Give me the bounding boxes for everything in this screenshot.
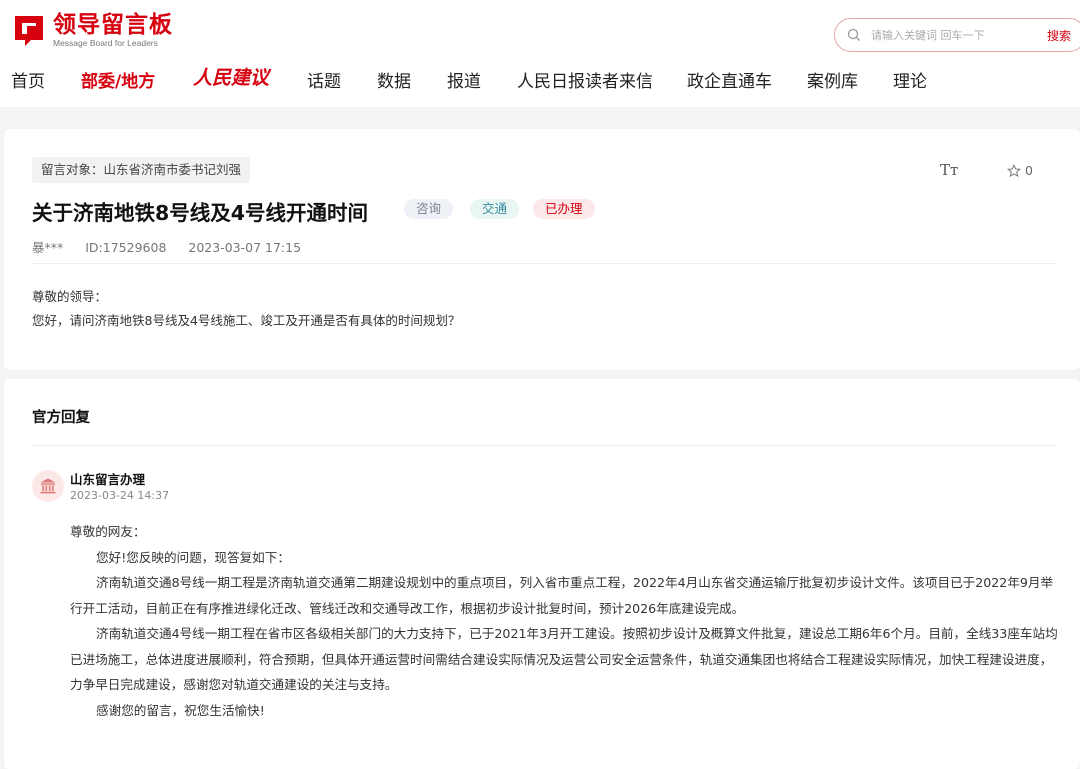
site-header: 领导留言板 Message Board for Leaders 搜索 首页 部委… xyxy=(0,0,1080,107)
star-icon xyxy=(1007,163,1021,177)
author-name: 暴*** xyxy=(32,240,64,255)
search-input[interactable] xyxy=(871,28,1031,42)
message-datetime: 2023-03-07 17:15 xyxy=(188,240,302,255)
reply-time: 2023-03-24 14:37 xyxy=(70,489,170,502)
nav-item-case-library[interactable]: 案例库 xyxy=(807,70,858,94)
avatar xyxy=(32,470,64,502)
nav-item-ministries-local[interactable]: 部委/地方 xyxy=(81,70,155,94)
nav-item-theory[interactable]: 理论 xyxy=(893,70,927,94)
nav-item-enterprise-express[interactable]: 政企直通车 xyxy=(687,70,772,94)
category-badge: 交通 xyxy=(470,199,520,219)
logo-icon xyxy=(11,12,47,48)
reply-paragraph: 济南轨道交通8号线一期工程是济南轨道交通第二期建设规划中的重点项目，列入省市重点… xyxy=(70,575,1054,616)
replier-name: 山东留言办理 xyxy=(70,472,146,487)
status-badge: 已办理 xyxy=(533,199,595,219)
nav-item-home[interactable]: 首页 xyxy=(11,70,45,94)
logo-subtitle: Message Board for Leaders xyxy=(53,38,158,48)
reply-greeting: 尊敬的网友： xyxy=(70,524,146,539)
message-id: ID:17529608 xyxy=(85,240,167,255)
search-button[interactable]: 搜索 xyxy=(1047,27,1071,44)
search-box: 搜索 xyxy=(834,18,1080,52)
site-logo[interactable]: 领导留言板 Message Board for Leaders xyxy=(11,12,173,48)
divider xyxy=(32,445,1056,446)
message-target: 留言对象：山东省济南市委书记刘强 xyxy=(32,157,251,183)
nav-item-data[interactable]: 数据 xyxy=(377,70,411,94)
logo-title: 领导留言板 xyxy=(53,12,173,38)
reply-body: 尊敬的网友： 您好!您反映的问题，现答复如下： 济南轨道交通8号线一期工程是济南… xyxy=(70,519,1060,723)
divider xyxy=(32,263,1056,264)
reply-card: 官方回复 山东留言办理 2023-03-24 14:37 尊敬的网友： 您好!您… xyxy=(4,379,1080,769)
nav-item-reports[interactable]: 报道 xyxy=(447,70,481,94)
reply-paragraph: 济南轨道交通4号线一期工程在省市区各级相关部门的大力支持下，已于2021年3月开… xyxy=(70,626,1058,692)
message-card: 留言对象：山东省济南市委书记刘强 Tт 0 关于济南地铁8号线及4号线开通时间 … xyxy=(4,129,1080,370)
message-meta: 暴*** ID:17529608 2023-03-07 17:15 xyxy=(32,237,319,256)
favorite-button[interactable]: 0 xyxy=(1007,163,1033,178)
nav-item-topics[interactable]: 话题 xyxy=(307,70,341,94)
message-greeting: 尊敬的领导： xyxy=(32,289,108,304)
search-icon xyxy=(847,28,860,41)
reply-paragraph: 您好!您反映的问题，现答复如下： xyxy=(96,549,290,565)
type-badge: 咨询 xyxy=(404,199,454,219)
reply-paragraph: 感谢您的留言，祝您生活愉快! xyxy=(96,702,265,718)
nav-item-readers-letters[interactable]: 人民日报读者来信 xyxy=(517,70,653,94)
message-body: 尊敬的领导： 您好，请问济南地铁8号线及4号线施工、竣工及开通是否有具体的时间规… xyxy=(32,285,460,333)
font-size-icon[interactable]: Tт xyxy=(940,161,958,179)
reply-section-title: 官方回复 xyxy=(32,410,90,426)
message-title: 关于济南地铁8号线及4号线开通时间 xyxy=(32,201,369,225)
nav-item-peoples-suggestions[interactable]: 人民建议 xyxy=(193,66,269,90)
message-content: 您好，请问济南地铁8号线及4号线施工、竣工及开通是否有具体的时间规划？ xyxy=(32,313,461,328)
favorite-count: 0 xyxy=(1025,163,1033,178)
government-building-icon xyxy=(40,478,56,494)
main-nav: 首页 部委/地方 人民建议 话题 数据 报道 人民日报读者来信 政企直通车 案例… xyxy=(0,67,1080,96)
